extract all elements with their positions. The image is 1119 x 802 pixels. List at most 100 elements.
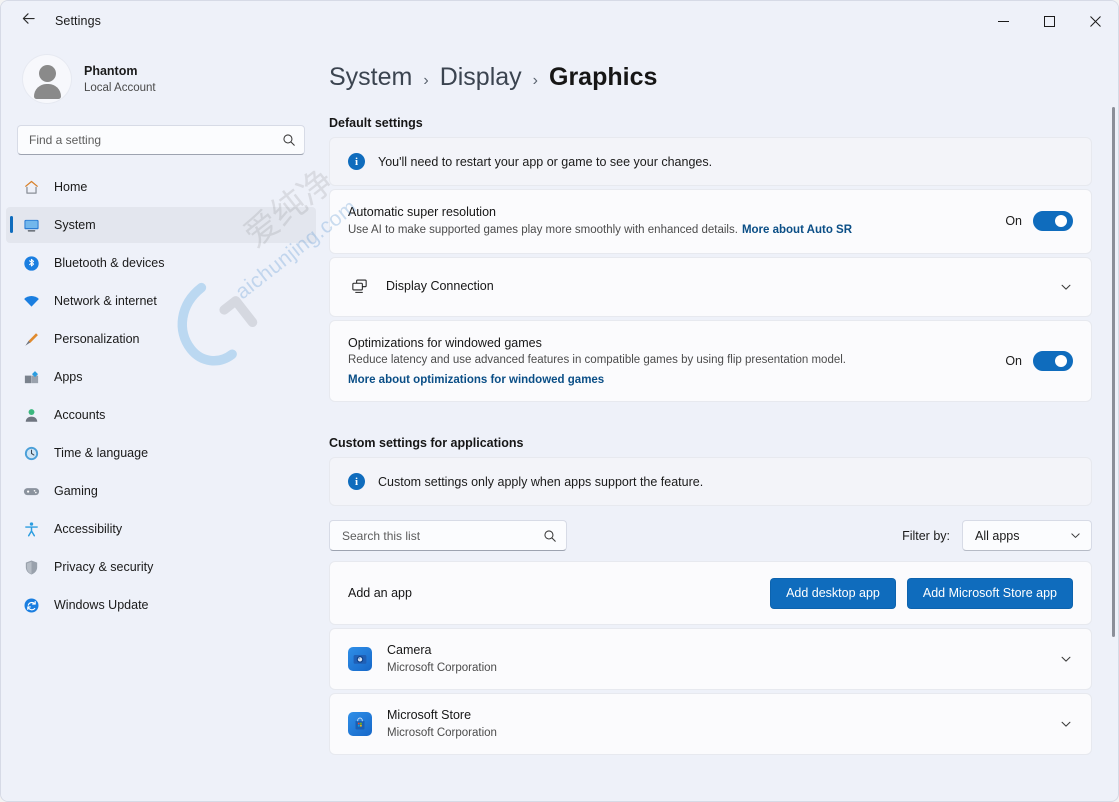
app-name: Microsoft Store [387, 706, 1044, 725]
windowed-games-toggle-wrap: On [1005, 351, 1073, 371]
person-icon [22, 406, 40, 424]
restart-notice-banner: i You'll need to restart your app or gam… [329, 137, 1092, 186]
auto-sr-toggle-state: On [1005, 214, 1022, 228]
back-button[interactable] [11, 6, 45, 36]
sidebar-item-accounts[interactable]: Accounts [6, 397, 316, 433]
list-search-box[interactable] [329, 520, 567, 551]
windowed-games-toggle[interactable] [1033, 351, 1073, 371]
back-arrow-icon [21, 11, 36, 31]
accessibility-icon [22, 520, 40, 538]
sidebar-item-label: Windows Update [54, 598, 149, 612]
windowed-games-learn-more-link[interactable]: More about optimizations for windowed ga… [348, 374, 604, 386]
app-list-camera-card: Camera Microsoft Corporation [329, 628, 1092, 690]
store-app-icon [348, 712, 372, 736]
list-search-input[interactable] [342, 529, 543, 543]
sidebar: Phantom Local Account [1, 41, 321, 801]
breadcrumb-separator: › [533, 72, 538, 90]
add-an-app-card: Add an app Add desktop app Add Microsoft… [329, 561, 1092, 625]
sidebar-item-apps[interactable]: Apps [6, 359, 316, 395]
sidebar-nav: Home System [1, 165, 321, 801]
auto-sr-text: Automatic super resolution Use AI to mak… [348, 203, 991, 240]
display-connection-title: Display Connection [386, 277, 1045, 296]
app-publisher: Microsoft Corporation [387, 660, 1044, 677]
custom-settings-notice-banner: i Custom settings only apply when apps s… [329, 457, 1092, 506]
default-settings-heading: Default settings [329, 116, 1092, 130]
sidebar-item-privacy-security[interactable]: Privacy & security [6, 549, 316, 585]
sidebar-item-label: Apps [54, 370, 83, 384]
add-an-app-text: Add an app [348, 584, 756, 603]
app-list-microsoft-store-card: Microsoft Store Microsoft Corporation [329, 693, 1092, 755]
chevron-down-icon [1069, 529, 1082, 542]
sidebar-item-label: Gaming [54, 484, 98, 498]
home-icon [22, 178, 40, 196]
sidebar-item-bluetooth-devices[interactable]: Bluetooth & devices [6, 245, 316, 281]
clock-globe-icon [22, 444, 40, 462]
breadcrumb-system[interactable]: System [329, 63, 412, 92]
chevron-down-icon [1059, 652, 1073, 666]
camera-app-text: Camera Microsoft Corporation [387, 641, 1044, 677]
account-name: Phantom [84, 62, 156, 80]
custom-settings-heading: Custom settings for applications [329, 436, 1092, 450]
sidebar-item-network-internet[interactable]: Network & internet [6, 283, 316, 319]
app-list-item-camera[interactable]: Camera Microsoft Corporation [330, 629, 1091, 689]
sidebar-item-gaming[interactable]: Gaming [6, 473, 316, 509]
close-button[interactable] [1072, 1, 1118, 41]
windowed-games-description: Reduce latency and use advanced features… [348, 352, 991, 370]
auto-sr-title: Automatic super resolution [348, 203, 991, 222]
app-publisher: Microsoft Corporation [387, 725, 1044, 742]
sidebar-item-home[interactable]: Home [6, 169, 316, 205]
sidebar-item-personalization[interactable]: Personalization [6, 321, 316, 357]
info-icon: i [348, 473, 365, 490]
sidebar-item-label: Accounts [54, 408, 105, 422]
search-box[interactable] [17, 125, 305, 155]
page-title: Graphics [549, 63, 657, 92]
bluetooth-icon [22, 254, 40, 272]
add-an-app-label: Add an app [348, 584, 756, 603]
display-connection-icon [348, 276, 370, 298]
display-connection-text: Display Connection [386, 277, 1045, 296]
add-desktop-app-button[interactable]: Add desktop app [770, 578, 896, 609]
toggle-knob [1055, 215, 1067, 227]
windowed-games-row: Optimizations for windowed games Reduce … [330, 321, 1091, 402]
breadcrumb-display[interactable]: Display [440, 63, 522, 92]
main-pane: System › Display › Graphics Default sett… [321, 41, 1118, 801]
account-card[interactable]: Phantom Local Account [1, 41, 321, 117]
add-microsoft-store-app-button[interactable]: Add Microsoft Store app [907, 578, 1073, 609]
restart-notice-text: You'll need to restart your app or game … [378, 155, 712, 169]
app-list-item-microsoft-store[interactable]: Microsoft Store Microsoft Corporation [330, 694, 1091, 754]
monitor-icon [22, 216, 40, 234]
maximize-button[interactable] [1026, 1, 1072, 41]
auto-sr-description-line: Use AI to make supported games play more… [348, 222, 991, 240]
display-connection-row[interactable]: Display Connection [330, 258, 1091, 316]
auto-super-resolution-card: Automatic super resolution Use AI to mak… [329, 189, 1092, 254]
main-scrollbar[interactable] [1112, 49, 1115, 793]
breadcrumb-separator: › [423, 72, 428, 90]
apps-icon [22, 368, 40, 386]
sidebar-item-accessibility[interactable]: Accessibility [6, 511, 316, 547]
camera-app-icon [348, 647, 372, 671]
paintbrush-icon [22, 330, 40, 348]
sidebar-item-label: Personalization [54, 332, 139, 346]
main-content: System › Display › Graphics Default sett… [329, 41, 1118, 801]
windowed-games-toggle-state: On [1005, 354, 1022, 368]
search-icon [282, 133, 296, 147]
sidebar-item-label: Home [54, 180, 87, 194]
auto-sr-learn-more-link[interactable]: More about Auto SR [742, 224, 852, 236]
sidebar-item-windows-update[interactable]: Windows Update [6, 587, 316, 623]
auto-super-resolution-row: Automatic super resolution Use AI to mak… [330, 190, 1091, 253]
sidebar-item-system[interactable]: System [6, 207, 316, 243]
sidebar-item-label: Accessibility [54, 522, 122, 536]
add-an-app-row: Add an app Add desktop app Add Microsoft… [330, 562, 1091, 624]
auto-sr-toggle[interactable] [1033, 211, 1073, 231]
sidebar-item-time-language[interactable]: Time & language [6, 435, 316, 471]
avatar [23, 55, 71, 103]
shield-icon [22, 558, 40, 576]
update-refresh-icon [22, 596, 40, 614]
minimize-button[interactable] [980, 1, 1026, 41]
windowed-games-title: Optimizations for windowed games [348, 334, 991, 353]
info-icon: i [348, 153, 365, 170]
scrollbar-thumb[interactable] [1112, 107, 1115, 637]
search-input[interactable] [29, 133, 282, 147]
filter-select[interactable]: All apps [962, 520, 1092, 551]
minimize-icon [998, 16, 1009, 27]
